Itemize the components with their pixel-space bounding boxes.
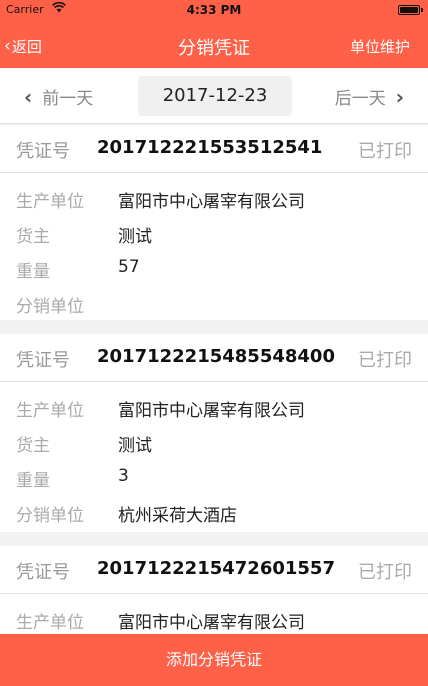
- voucher-header: 凭证号 201712221553512541 已打印: [0, 125, 428, 173]
- add-voucher-button[interactable]: 添加分销凭证: [0, 634, 428, 686]
- back-button[interactable]: ‹ 返回: [4, 36, 42, 57]
- producer-label: 生产单位: [16, 613, 84, 633]
- producer-row: 生产单位 富阳市中心屠宰有限公司: [0, 181, 428, 216]
- producer-row: 生产单位 富阳市中心屠宰有限公司: [0, 602, 428, 637]
- producer-value: 富阳市中心屠宰有限公司: [118, 192, 305, 212]
- voucher-no-label: 凭证号: [16, 141, 70, 162]
- print-status: 已打印: [358, 350, 412, 371]
- chevron-left-icon: ‹: [24, 84, 33, 109]
- weight-value: 3: [118, 466, 129, 486]
- producer-value: 富阳市中心屠宰有限公司: [118, 401, 305, 421]
- back-label: 返回: [11, 38, 42, 56]
- producer-row: 生产单位 富阳市中心屠宰有限公司: [0, 390, 428, 425]
- status-time: 4:33 PM: [186, 3, 242, 17]
- weight-row: 重量 57: [0, 251, 428, 286]
- date-bar: ‹ 前一天 2017-12-23 后一天 ›: [0, 68, 428, 124]
- distributor-row: 分销单位 杭州采荷大酒店: [0, 495, 428, 530]
- header: Carrier 4:33 PM ‹ 返回 分销凭证 单位维护: [0, 0, 428, 68]
- owner-row: 货主 测试: [0, 216, 428, 251]
- owner-row: 货主 测试: [0, 425, 428, 460]
- voucher-header: 凭证号 2017122215472601557 已打印: [0, 546, 428, 594]
- voucher-header: 凭证号 2017122215485548400 已打印: [0, 334, 428, 382]
- weight-label: 重量: [16, 262, 50, 282]
- producer-label: 生产单位: [16, 401, 84, 421]
- distributor-row: 分销单位: [0, 286, 428, 321]
- weight-row: 重量 3: [0, 460, 428, 495]
- owner-label: 货主: [16, 436, 50, 456]
- weight-label: 重量: [16, 471, 50, 491]
- owner-label: 货主: [16, 227, 50, 247]
- next-day-button[interactable]: 后一天 ›: [334, 84, 404, 110]
- voucher-card[interactable]: 凭证号 201712221553512541 已打印 生产单位 富阳市中心屠宰有…: [0, 125, 428, 320]
- voucher-no-label: 凭证号: [16, 562, 70, 583]
- voucher-number: 2017122215485548400: [97, 346, 335, 367]
- producer-value: 富阳市中心屠宰有限公司: [118, 613, 305, 633]
- battery-icon: [398, 5, 423, 15]
- owner-value: 测试: [118, 227, 152, 247]
- date-picker[interactable]: 2017-12-23: [138, 76, 292, 116]
- distributor-label: 分销单位: [16, 297, 84, 317]
- distributor-value: 杭州采荷大酒店: [118, 506, 237, 526]
- prev-day-button[interactable]: ‹ 前一天: [24, 84, 94, 110]
- print-status: 已打印: [358, 141, 412, 162]
- producer-label: 生产单位: [16, 192, 84, 212]
- voucher-number: 201712221553512541: [97, 137, 323, 158]
- owner-value: 测试: [118, 436, 152, 456]
- voucher-card[interactable]: 凭证号 2017122215472601557 已打印 生产单位 富阳市中心屠宰…: [0, 546, 428, 634]
- chevron-left-icon: ‹: [4, 36, 11, 56]
- status-bar: Carrier 4:33 PM: [0, 0, 428, 20]
- unit-maintenance-button[interactable]: 单位维护: [350, 36, 410, 57]
- print-status: 已打印: [358, 562, 412, 583]
- voucher-card[interactable]: 凭证号 2017122215485548400 已打印 生产单位 富阳市中心屠宰…: [0, 334, 428, 532]
- prev-day-label: 前一天: [42, 89, 94, 109]
- voucher-no-label: 凭证号: [16, 350, 70, 371]
- next-day-label: 后一天: [334, 89, 386, 109]
- distributor-label: 分销单位: [16, 506, 84, 526]
- voucher-number: 2017122215472601557: [97, 558, 335, 579]
- chevron-right-icon: ›: [395, 84, 404, 109]
- weight-value: 57: [118, 257, 140, 277]
